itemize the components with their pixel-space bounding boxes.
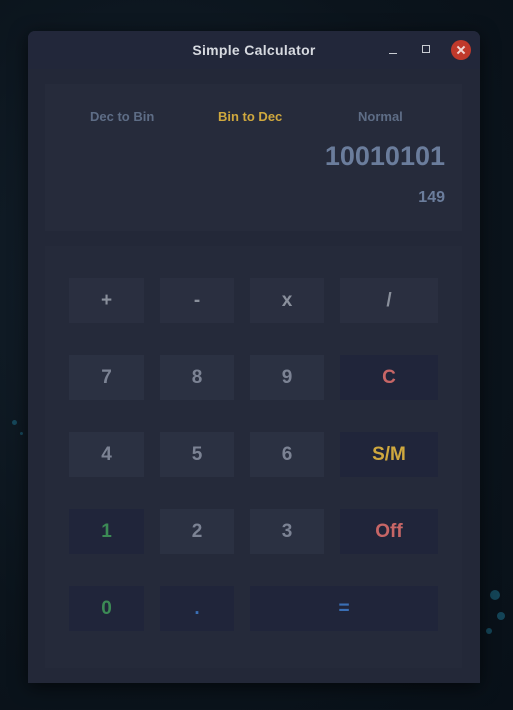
clear-button[interactable]: C <box>340 355 438 400</box>
digit-8-button[interactable]: 8 <box>160 355 234 400</box>
off-button[interactable]: Off <box>340 509 438 554</box>
plus-button[interactable]: + <box>69 278 144 323</box>
window-title: Simple Calculator <box>192 42 316 58</box>
digit-9-button[interactable]: 9 <box>250 355 324 400</box>
digit-3-button[interactable]: 3 <box>250 509 324 554</box>
mode-bin-to-dec[interactable]: Bin to Dec <box>218 109 282 124</box>
background-speck <box>497 612 505 620</box>
background-speck <box>490 590 500 600</box>
background-speck <box>486 628 492 634</box>
sign-magnitude-button[interactable]: S/M <box>340 432 438 477</box>
display-main-value: 10010101 <box>324 141 445 171</box>
divide-button[interactable]: / <box>340 278 438 323</box>
minimize-button[interactable] <box>383 40 403 60</box>
mode-normal[interactable]: Normal <box>358 109 403 124</box>
display-result-value: 149 <box>418 189 445 206</box>
digit-6-button[interactable]: 6 <box>250 432 324 477</box>
digit-4-button[interactable]: 4 <box>69 432 144 477</box>
digit-7-button[interactable]: 7 <box>69 355 144 400</box>
background-speck <box>20 432 23 435</box>
decimal-point-button[interactable]: . <box>160 586 234 631</box>
calculator-window: Simple Calculator Dec to Bin Bin to Dec … <box>28 31 480 683</box>
close-button[interactable] <box>451 40 471 60</box>
maximize-button[interactable] <box>417 40 437 60</box>
digit-0-button[interactable]: 0 <box>69 586 144 631</box>
minus-button[interactable]: - <box>160 278 234 323</box>
digit-5-button[interactable]: 5 <box>160 432 234 477</box>
digit-1-button[interactable]: 1 <box>69 509 144 554</box>
title-bar[interactable]: Simple Calculator <box>28 31 480 69</box>
equals-button[interactable]: = <box>250 586 438 631</box>
keypad: + - x / 7 8 9 C 4 5 6 S/M 1 2 3 Off 0 . … <box>45 246 462 668</box>
multiply-button[interactable]: x <box>250 278 324 323</box>
mode-dec-to-bin[interactable]: Dec to Bin <box>90 109 154 124</box>
background-speck <box>12 420 17 425</box>
digit-2-button[interactable]: 2 <box>160 509 234 554</box>
display-panel: Dec to Bin Bin to Dec Normal 10010101 14… <box>45 84 462 231</box>
